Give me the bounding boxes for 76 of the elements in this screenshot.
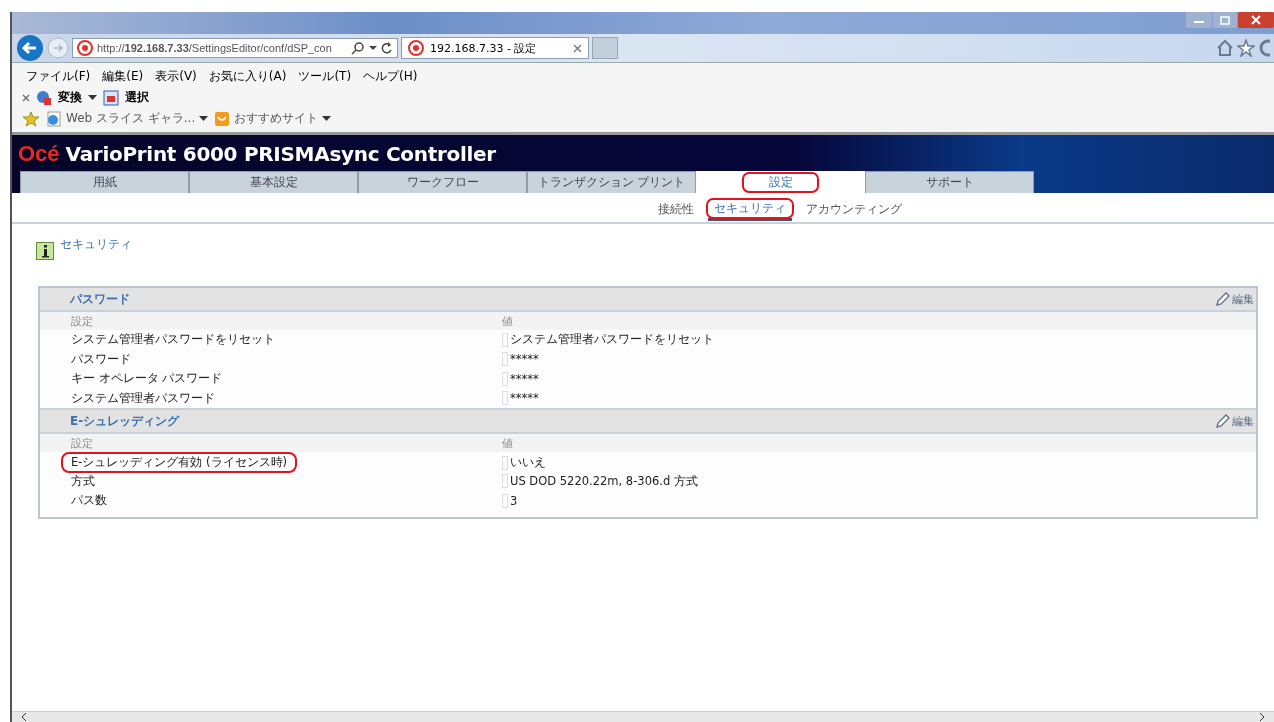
browser-tab[interactable]: 192.168.7.33 - 設定	[401, 37, 589, 59]
sub-tab[interactable]: アカウンティング	[800, 198, 908, 221]
table-cell: US DOD 5220.22m, 8-306.d 方式	[510, 473, 698, 489]
section-title: E-シュレッディング	[70, 412, 180, 430]
select-button[interactable]: 選択	[125, 89, 149, 106]
field-marker-icon	[502, 332, 508, 347]
edit-link[interactable]: 編集	[1216, 291, 1254, 307]
address-field[interactable]: http://192.168.7.33/SettingsEditor/conf/dSP_con	[72, 38, 398, 58]
table-cell: 3	[510, 493, 518, 508]
info-icon	[36, 242, 54, 260]
dropdown-icon[interactable]	[88, 94, 97, 101]
menu-item[interactable]: ヘルプ(H)	[363, 68, 418, 85]
sub-tab[interactable]: 接続性	[652, 198, 700, 221]
table-cell: 方式	[71, 473, 95, 488]
column-header: 設定	[71, 435, 94, 451]
table-cell: システム管理者パスワードをリセット	[71, 332, 275, 347]
column-header: 値	[502, 435, 514, 451]
nav-tab[interactable]: トランザクション プリント	[527, 171, 696, 193]
edit-link[interactable]: 編集	[1216, 413, 1254, 429]
table-cell: システム管理者パスワードをリセット	[510, 332, 714, 348]
column-header: 値	[502, 313, 514, 329]
field-marker-icon	[502, 493, 508, 508]
table-cell: システム管理者パスワード	[71, 390, 215, 405]
table-cell: *****	[510, 391, 539, 406]
back-icon[interactable]	[16, 34, 44, 62]
field-marker-icon	[502, 371, 508, 386]
field-marker-icon	[502, 474, 508, 489]
favorites-link[interactable]: おすすめサイト	[214, 110, 332, 127]
dropdown-icon[interactable]	[322, 115, 332, 122]
brand-logo: Océ	[18, 141, 60, 167]
star-icon[interactable]	[1237, 39, 1255, 57]
scroll-left-icon[interactable]	[20, 713, 28, 721]
refresh-icon[interactable]	[381, 41, 393, 55]
nav-tab[interactable]: 基本設定	[189, 171, 358, 193]
horizontal-scrollbar[interactable]	[12, 711, 1274, 722]
translate-icon	[36, 89, 52, 106]
sub-tab[interactable]: セキュリティ	[708, 198, 792, 221]
tab-close-icon[interactable]	[573, 43, 582, 53]
select-icon	[103, 89, 119, 106]
site-icon	[408, 40, 424, 56]
section-title: パスワード	[70, 290, 130, 308]
close-icon[interactable]	[1238, 12, 1274, 28]
pencil-icon	[1216, 414, 1230, 428]
nav-tab[interactable]: サポート	[865, 171, 1034, 193]
nav-tab[interactable]: ワークフロー	[358, 171, 527, 193]
table-cell: パス数	[71, 493, 107, 508]
home-icon[interactable]	[1216, 39, 1234, 57]
menu-item[interactable]: ツール(T)	[298, 68, 352, 85]
site-icon	[77, 40, 93, 56]
convert-button[interactable]: 変換	[58, 89, 82, 106]
dropdown-icon[interactable]	[199, 115, 209, 122]
favorites-star-icon[interactable]	[22, 110, 40, 127]
scroll-right-icon[interactable]	[1258, 713, 1266, 721]
app-title: VarioPrint 6000 PRISMAsync Controller	[65, 142, 496, 166]
dropdown-icon[interactable]	[369, 45, 377, 51]
nav-tab[interactable]: 用紙	[20, 171, 189, 193]
field-marker-icon	[502, 352, 508, 367]
breadcrumb-link[interactable]: セキュリティ	[60, 236, 132, 253]
menu-item[interactable]: お気に入り(A)	[208, 68, 287, 85]
table-cell: E-シュレッディング有効 (ライセンス時)	[61, 452, 298, 473]
table-cell: *****	[510, 352, 539, 367]
field-marker-icon	[502, 455, 508, 470]
table-cell: いいえ	[510, 455, 546, 470]
menu-item[interactable]: 編集(E)	[102, 68, 144, 85]
favorites-link[interactable]: Web スライス ギャラ...	[46, 110, 209, 127]
field-marker-icon	[502, 391, 508, 406]
table-cell: *****	[510, 371, 539, 386]
column-header: 設定	[71, 313, 94, 329]
table-cell: キー オペレータ パスワード	[71, 371, 223, 386]
table-cell: パスワード	[71, 351, 131, 366]
menu-item[interactable]: 表示(V)	[155, 68, 197, 85]
search-icon[interactable]	[351, 41, 365, 55]
pencil-icon	[1216, 292, 1230, 306]
close-icon[interactable]	[22, 93, 30, 102]
menu-item[interactable]: ファイル(F)	[26, 68, 91, 85]
nav-tab[interactable]: 設定	[696, 171, 865, 193]
